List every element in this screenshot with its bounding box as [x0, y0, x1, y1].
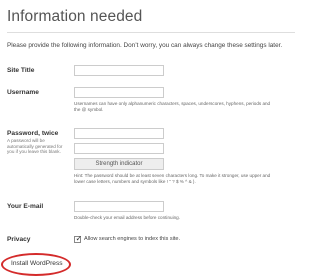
- search-engine-checkbox[interactable]: ✓: [74, 234, 83, 243]
- email-input[interactable]: [74, 201, 164, 212]
- page-title: Information needed: [7, 8, 143, 25]
- email-hint: Double-check your email address before c…: [74, 215, 180, 220]
- intro-text: Please provide the following information…: [7, 42, 283, 49]
- privacy-label: Privacy: [7, 236, 31, 243]
- password-hint: Hint: The password should be at least se…: [74, 173, 270, 184]
- checkmark-icon: ✓: [75, 234, 83, 243]
- password-input-1[interactable]: [74, 128, 164, 139]
- email-label: Your E-mail: [7, 203, 44, 210]
- username-hint-line1: Usernames can have only alphanumeric cha…: [74, 101, 271, 106]
- site-title-label: Site Title: [7, 67, 35, 74]
- wordpress-install-page: Information needed Please provide the fo…: [0, 0, 300, 277]
- username-hint-line2: the @ symbol.: [74, 106, 104, 112]
- search-engine-checkbox-label[interactable]: Allow search engines to index this site.: [84, 236, 180, 242]
- site-title-input[interactable]: [74, 65, 164, 76]
- username-hint: Usernames can have only alphanumeric cha…: [74, 101, 270, 112]
- username-label: Username: [7, 89, 39, 96]
- password-label: Password, twice: [7, 130, 59, 137]
- password-strength-indicator: Strength indicator: [74, 158, 164, 170]
- password-note: A password will be automatically generat…: [7, 138, 63, 155]
- install-wordpress-button[interactable]: Install WordPress: [11, 260, 63, 267]
- username-input[interactable]: [74, 87, 164, 98]
- password-hint-line1: Hint: The password should be at least se…: [74, 173, 271, 178]
- password-input-2[interactable]: [74, 143, 164, 154]
- password-hint-line2: lower case letters, numbers and symbols …: [74, 178, 196, 184]
- title-divider: [7, 32, 295, 33]
